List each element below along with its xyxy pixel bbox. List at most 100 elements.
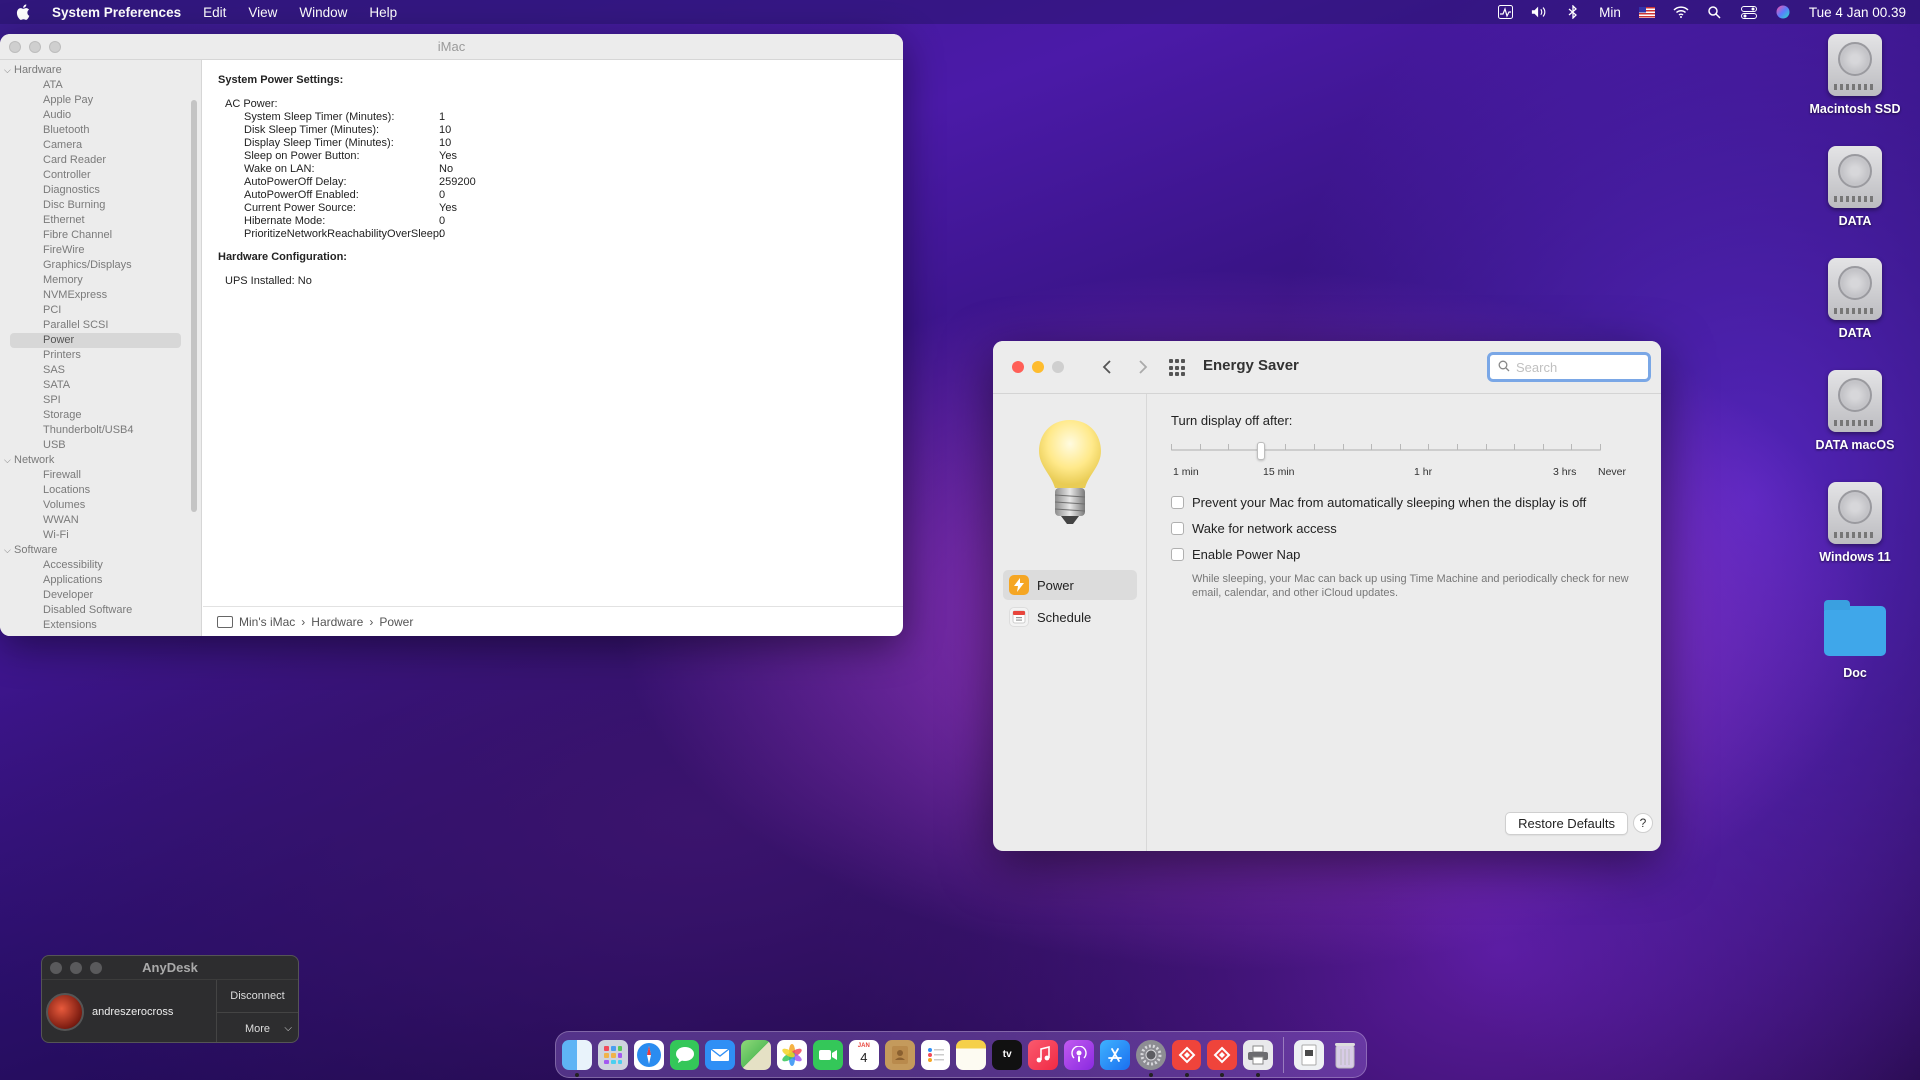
forward-arrow-icon[interactable] bbox=[1133, 355, 1153, 379]
siri-icon[interactable] bbox=[1775, 4, 1791, 20]
zoom-button[interactable] bbox=[1052, 361, 1064, 373]
sidebar-item-printers[interactable]: Printers bbox=[0, 348, 201, 363]
contacts-icon[interactable] bbox=[884, 1039, 915, 1070]
nav-schedule[interactable]: Schedule bbox=[1003, 602, 1137, 632]
reminders-icon[interactable] bbox=[920, 1039, 951, 1070]
back-arrow-icon[interactable] bbox=[1097, 355, 1117, 379]
toolbar[interactable]: Energy Saver bbox=[993, 341, 1661, 394]
prevent-sleep-option[interactable]: Prevent your Mac from automatically slee… bbox=[1171, 495, 1586, 510]
sidebar-scrollbar[interactable] bbox=[191, 100, 197, 512]
sidebar-group-software[interactable]: ⌵ Software bbox=[0, 543, 201, 558]
sidebar-item-pci[interactable]: PCI bbox=[0, 303, 201, 318]
menu-view[interactable]: View bbox=[248, 5, 277, 20]
sidebar-item-spi[interactable]: SPI bbox=[0, 393, 201, 408]
sidebar-item-bluetooth[interactable]: Bluetooth bbox=[0, 123, 201, 138]
slider-thumb[interactable] bbox=[1257, 442, 1265, 460]
slider-track[interactable] bbox=[1171, 449, 1601, 451]
user-name[interactable]: Min bbox=[1599, 5, 1621, 20]
sidebar-item-parallel-scsi[interactable]: Parallel SCSI bbox=[0, 318, 201, 333]
desktop-disk-data-macos[interactable]: DATA macOS bbox=[1790, 370, 1920, 452]
sidebar-item-firewall[interactable]: Firewall bbox=[0, 468, 201, 483]
sidebar-item-developer[interactable]: Developer bbox=[0, 588, 201, 603]
us-flag-icon[interactable] bbox=[1638, 4, 1655, 20]
disconnect-button[interactable]: Disconnect bbox=[217, 980, 298, 1012]
apple-tv-icon[interactable]: tv bbox=[992, 1039, 1023, 1070]
sidebar-item-audio[interactable]: Audio bbox=[0, 108, 201, 123]
menu-app-name[interactable]: System Preferences bbox=[52, 5, 181, 20]
sidebar-item-storage[interactable]: Storage bbox=[0, 408, 201, 423]
sidebar-item-extensions[interactable]: Extensions bbox=[0, 618, 201, 633]
sidebar-item-thunderbolt-usb4[interactable]: Thunderbolt/USB4 bbox=[0, 423, 201, 438]
sidebar-item-memory[interactable]: Memory bbox=[0, 273, 201, 288]
sidebar-group-hardware[interactable]: ⌵ Hardware bbox=[0, 63, 201, 78]
spotlight-search-icon[interactable] bbox=[1707, 4, 1723, 20]
prevent-sleep-checkbox[interactable] bbox=[1171, 496, 1184, 509]
sidebar-item-apple-pay[interactable]: Apple Pay bbox=[0, 93, 201, 108]
notes-icon[interactable] bbox=[956, 1039, 987, 1070]
search-field[interactable] bbox=[1487, 352, 1651, 382]
desktop-disk-data-2[interactable]: DATA bbox=[1790, 258, 1920, 340]
sidebar-item-sas[interactable]: SAS bbox=[0, 363, 201, 378]
restore-defaults-button[interactable]: Restore Defaults bbox=[1505, 812, 1628, 835]
wake-network-option[interactable]: Wake for network access bbox=[1171, 521, 1337, 536]
sidebar-item-diagnostics[interactable]: Diagnostics bbox=[0, 183, 201, 198]
nav-power[interactable]: Power bbox=[1003, 570, 1137, 600]
bluetooth-icon[interactable] bbox=[1565, 4, 1581, 20]
launchpad-icon[interactable] bbox=[597, 1039, 628, 1070]
display-off-slider[interactable] bbox=[1171, 442, 1601, 460]
menu-help[interactable]: Help bbox=[369, 5, 397, 20]
app-store-icon[interactable] bbox=[1099, 1039, 1130, 1070]
system-preferences-icon[interactable] bbox=[1135, 1039, 1166, 1077]
sidebar-item-volumes[interactable]: Volumes bbox=[0, 498, 201, 513]
control-center-icon[interactable] bbox=[1740, 4, 1757, 20]
power-nap-option[interactable]: Enable Power Nap bbox=[1171, 547, 1300, 562]
sidebar-item-firewire[interactable]: FireWire bbox=[0, 243, 201, 258]
trash-icon[interactable] bbox=[1330, 1040, 1360, 1070]
sidebar-item-usb[interactable]: USB bbox=[0, 438, 201, 453]
maps-icon[interactable] bbox=[741, 1039, 772, 1070]
more-button[interactable]: More ⌵ bbox=[217, 1012, 298, 1042]
path-mac[interactable]: Min's iMac bbox=[239, 615, 295, 629]
path-power[interactable]: Power bbox=[379, 615, 413, 629]
help-button[interactable]: ? bbox=[1633, 813, 1653, 833]
wake-network-checkbox[interactable] bbox=[1171, 522, 1184, 535]
sidebar-item-camera[interactable]: Camera bbox=[0, 138, 201, 153]
sidebar-item-applications[interactable]: Applications bbox=[0, 573, 201, 588]
show-all-grid-icon[interactable] bbox=[1169, 359, 1187, 377]
sidebar-item-accessibility[interactable]: Accessibility bbox=[0, 558, 201, 573]
title-bar[interactable]: iMac bbox=[0, 34, 903, 60]
sidebar-item-ata[interactable]: ATA bbox=[0, 78, 201, 93]
sidebar-item-wi-fi[interactable]: Wi-Fi bbox=[0, 528, 201, 543]
sidebar-item-fibre-channel[interactable]: Fibre Channel bbox=[0, 228, 201, 243]
finder-icon[interactable] bbox=[562, 1039, 592, 1077]
desktop-disk-data[interactable]: DATA bbox=[1790, 146, 1920, 228]
podcasts-icon[interactable] bbox=[1064, 1039, 1094, 1070]
anydesk-session-icon[interactable] bbox=[1207, 1039, 1238, 1077]
printer-icon[interactable] bbox=[1243, 1039, 1274, 1077]
anydesk-title-bar[interactable]: AnyDesk bbox=[42, 956, 298, 980]
messages-icon[interactable] bbox=[669, 1039, 700, 1070]
sidebar-item-nvmexpress[interactable]: NVMExpress bbox=[0, 288, 201, 303]
sidebar-item-ethernet[interactable]: Ethernet bbox=[0, 213, 201, 228]
clock[interactable]: Tue 4 Jan 00.39 bbox=[1809, 5, 1906, 20]
close-button[interactable] bbox=[1012, 361, 1024, 373]
search-input[interactable] bbox=[1516, 359, 1636, 375]
anydesk-icon[interactable] bbox=[1171, 1039, 1202, 1077]
apple-menu-icon[interactable] bbox=[14, 3, 32, 21]
menu-window[interactable]: Window bbox=[299, 5, 347, 20]
facetime-icon[interactable] bbox=[813, 1039, 843, 1070]
menu-edit[interactable]: Edit bbox=[203, 5, 226, 20]
downloads-stack-icon[interactable] bbox=[1294, 1039, 1325, 1070]
sidebar-item-disc-burning[interactable]: Disc Burning bbox=[0, 198, 201, 213]
chevron-down-icon[interactable]: ⌵ bbox=[4, 543, 11, 558]
power-nap-checkbox[interactable] bbox=[1171, 548, 1184, 561]
sidebar-item-graphics-displays[interactable]: Graphics/Displays bbox=[0, 258, 201, 273]
desktop-disk-macintosh-ssd[interactable]: Macintosh SSD bbox=[1790, 34, 1920, 116]
sidebar-group-network[interactable]: ⌵ Network bbox=[0, 453, 201, 468]
sidebar-item-locations[interactable]: Locations bbox=[0, 483, 201, 498]
mail-icon[interactable] bbox=[705, 1039, 736, 1070]
music-icon[interactable] bbox=[1028, 1039, 1059, 1070]
desktop-disk-windows-11[interactable]: Windows 11 bbox=[1790, 482, 1920, 564]
calendar-icon[interactable]: JAN 4 bbox=[848, 1039, 879, 1070]
safari-icon[interactable] bbox=[633, 1039, 664, 1070]
